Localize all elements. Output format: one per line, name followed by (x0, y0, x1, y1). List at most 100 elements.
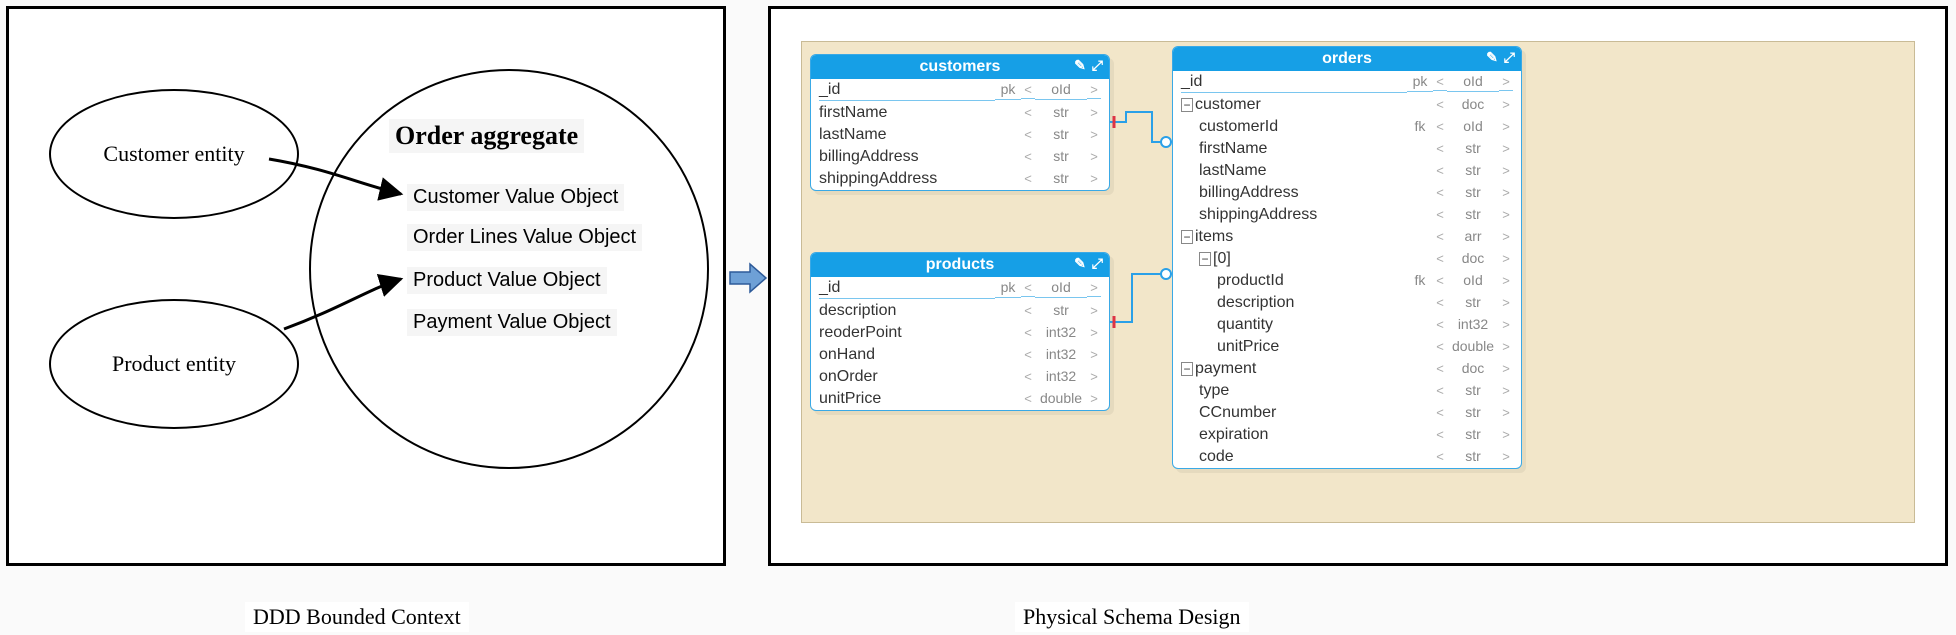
field-type: double (1035, 390, 1087, 408)
physical-schema-design-panel: customers ✎ ⤢ _idpk<oId>firstName<str>la… (768, 6, 1948, 566)
field-row[interactable]: shippingAddress<str> (1173, 204, 1521, 226)
field-name: onOrder (819, 367, 995, 387)
entity-products-header[interactable]: products ✎ ⤢ (811, 253, 1109, 277)
collapse-toggle-icon[interactable]: − (1181, 98, 1193, 112)
field-row[interactable]: unitPrice<double> (1173, 336, 1521, 358)
entity-customers-header[interactable]: customers ✎ ⤢ (811, 55, 1109, 79)
field-type: int32 (1035, 368, 1087, 386)
angle-right-icon: > (1087, 369, 1101, 385)
field-row[interactable]: code<str> (1173, 446, 1521, 468)
field-row[interactable]: type<str> (1173, 380, 1521, 402)
angle-left-icon: < (1433, 97, 1447, 113)
angle-left-icon: < (1433, 251, 1447, 267)
field-row[interactable]: firstName<str> (1173, 138, 1521, 160)
angle-left-icon: < (1021, 149, 1035, 165)
angle-right-icon: > (1087, 280, 1101, 297)
entity-products[interactable]: products ✎ ⤢ _idpk<oId>description<str>r… (810, 252, 1110, 411)
field-row[interactable]: quantity<int32> (1173, 314, 1521, 336)
field-type: str (1447, 184, 1499, 202)
eyedropper-icon[interactable]: ✎ (1486, 49, 1498, 66)
field-type: oId (1447, 272, 1499, 290)
angle-left-icon: < (1021, 347, 1035, 363)
field-key: pk (995, 81, 1021, 100)
field-row[interactable]: onOrder<int32> (811, 366, 1109, 388)
field-row[interactable]: customerIdfk<oId> (1173, 116, 1521, 138)
field-row[interactable]: shippingAddress<str> (811, 168, 1109, 190)
field-type: oId (1447, 73, 1499, 92)
field-type: int32 (1035, 346, 1087, 364)
field-row[interactable]: expiration<str> (1173, 424, 1521, 446)
field-row[interactable]: unitPrice<double> (811, 388, 1109, 410)
field-name: customer (1195, 95, 1407, 115)
angle-right-icon: > (1499, 383, 1513, 399)
angle-left-icon: < (1021, 82, 1035, 99)
field-type: str (1035, 104, 1087, 122)
collapse-toggle-icon[interactable]: − (1181, 362, 1193, 376)
field-name: billingAddress (1199, 183, 1407, 203)
eyedropper-icon[interactable]: ✎ (1074, 255, 1086, 272)
angle-left-icon: < (1433, 229, 1447, 245)
expand-icon[interactable]: ⤢ (1092, 57, 1103, 74)
entity-orders-header[interactable]: orders ✎ ⤢ (1173, 47, 1521, 71)
field-row[interactable]: reoderPoint<int32> (811, 322, 1109, 344)
field-row[interactable]: billingAddress<str> (1173, 182, 1521, 204)
field-type: str (1447, 448, 1499, 466)
angle-right-icon: > (1087, 171, 1101, 187)
field-row[interactable]: productIdfk<oId> (1173, 270, 1521, 292)
field-name: _id (819, 80, 995, 101)
angle-right-icon: > (1499, 295, 1513, 311)
collapse-toggle-icon[interactable]: − (1181, 230, 1193, 244)
entity-orders[interactable]: orders ✎ ⤢ _idpk<oId>−customer<doc>custo… (1172, 46, 1522, 469)
field-name: CCnumber (1199, 403, 1407, 423)
angle-left-icon: < (1021, 325, 1035, 341)
entity-products-title: products (926, 256, 994, 273)
field-name: [0] (1213, 249, 1407, 269)
field-row[interactable]: lastName<str> (811, 124, 1109, 146)
angle-right-icon: > (1499, 339, 1513, 355)
field-row[interactable]: _idpk<oId> (811, 79, 1109, 102)
field-type: double (1447, 338, 1499, 356)
field-row[interactable]: description<str> (1173, 292, 1521, 314)
angle-left-icon: < (1433, 405, 1447, 421)
expand-icon[interactable]: ⤢ (1092, 255, 1103, 272)
field-row[interactable]: CCnumber<str> (1173, 402, 1521, 424)
angle-left-icon: < (1433, 361, 1447, 377)
angle-right-icon: > (1087, 149, 1101, 165)
field-row[interactable]: _idpk<oId> (811, 277, 1109, 300)
eyedropper-icon[interactable]: ✎ (1074, 57, 1086, 74)
angle-right-icon: > (1499, 74, 1513, 91)
field-type: arr (1447, 228, 1499, 246)
field-row[interactable]: description<str> (811, 300, 1109, 322)
angle-right-icon: > (1499, 449, 1513, 465)
field-type: doc (1447, 250, 1499, 268)
angle-right-icon: > (1087, 105, 1101, 121)
field-type: str (1035, 302, 1087, 320)
field-type: str (1447, 206, 1499, 224)
entity-customers[interactable]: customers ✎ ⤢ _idpk<oId>firstName<str>la… (810, 54, 1110, 191)
field-row[interactable]: _idpk<oId> (1173, 71, 1521, 94)
field-row[interactable]: onHand<int32> (811, 344, 1109, 366)
field-name: expiration (1199, 425, 1407, 445)
field-type: str (1447, 162, 1499, 180)
field-row[interactable]: lastName<str> (1173, 160, 1521, 182)
field-row[interactable]: −items<arr> (1173, 226, 1521, 248)
angle-right-icon: > (1087, 303, 1101, 319)
angle-left-icon: < (1433, 295, 1447, 311)
field-type: str (1035, 148, 1087, 166)
field-name: shippingAddress (1199, 205, 1407, 225)
field-row[interactable]: −[0]<doc> (1173, 248, 1521, 270)
field-type: str (1447, 426, 1499, 444)
collapse-toggle-icon[interactable]: − (1199, 252, 1211, 266)
field-type: str (1035, 170, 1087, 188)
field-name: unitPrice (819, 389, 995, 409)
expand-icon[interactable]: ⤢ (1504, 49, 1515, 66)
angle-right-icon: > (1499, 361, 1513, 377)
field-row[interactable]: billingAddress<str> (811, 146, 1109, 168)
field-row[interactable]: firstName<str> (811, 102, 1109, 124)
field-row[interactable]: −payment<doc> (1173, 358, 1521, 380)
field-name: description (819, 301, 995, 321)
angle-left-icon: < (1433, 141, 1447, 157)
field-row[interactable]: −customer<doc> (1173, 94, 1521, 116)
field-name: customerId (1199, 117, 1407, 137)
schema-canvas: customers ✎ ⤢ _idpk<oId>firstName<str>la… (801, 41, 1915, 523)
